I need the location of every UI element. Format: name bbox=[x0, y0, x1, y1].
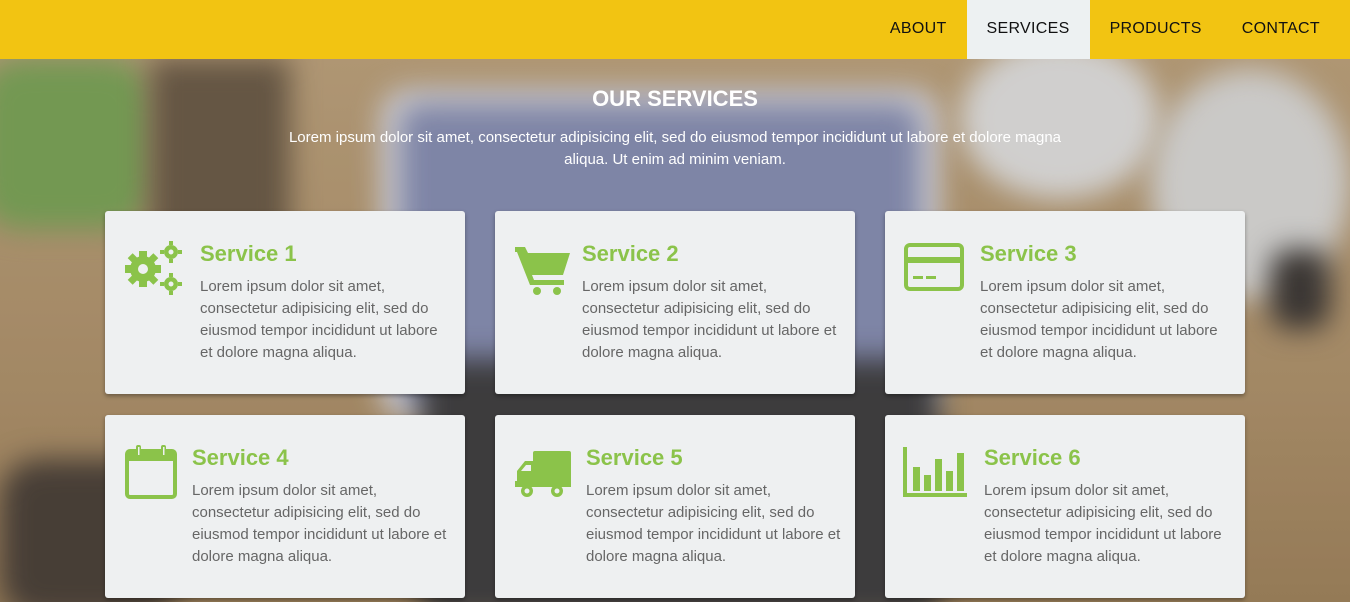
service-description: Lorem ipsum dolor sit amet, consectetur … bbox=[192, 482, 447, 565]
bar-chart-icon bbox=[903, 443, 967, 503]
service-title: Service 5 bbox=[586, 445, 683, 470]
nav-item-products[interactable]: PRODUCTS bbox=[1090, 0, 1222, 59]
service-description: Lorem ipsum dolor sit amet, consectetur … bbox=[200, 278, 438, 361]
shopping-cart-icon bbox=[513, 239, 577, 299]
section-title: OUR SERVICES bbox=[592, 86, 758, 111]
service-description: Lorem ipsum dolor sit amet, consectetur … bbox=[586, 482, 841, 565]
nav-item-contact[interactable]: CONTACT bbox=[1222, 0, 1350, 59]
gears-icon bbox=[123, 239, 187, 299]
nav-menu: ABOUT SERVICES PRODUCTS CONTACT bbox=[870, 0, 1350, 59]
nav-item-about[interactable]: ABOUT bbox=[870, 0, 967, 59]
service-description: Lorem ipsum dolor sit amet, consectetur … bbox=[980, 278, 1218, 361]
credit-card-icon bbox=[903, 239, 967, 299]
service-description: Lorem ipsum dolor sit amet, consectetur … bbox=[582, 278, 837, 361]
service-title: Service 6 bbox=[984, 445, 1081, 470]
service-title: Service 4 bbox=[192, 445, 289, 470]
section-description: Lorem ipsum dolor sit amet, consectetur … bbox=[288, 129, 1062, 168]
service-title: Service 2 bbox=[582, 241, 679, 266]
service-title: Service 3 bbox=[980, 241, 1077, 266]
top-navbar: ABOUT SERVICES PRODUCTS CONTACT bbox=[0, 0, 1350, 59]
service-card-3[interactable]: Service 3 Lorem ipsum dolor sit amet, co… bbox=[885, 211, 1245, 394]
service-title: Service 1 bbox=[200, 241, 297, 266]
service-card-4[interactable]: Service 4 Lorem ipsum dolor sit amet, co… bbox=[105, 415, 465, 598]
service-card-5[interactable]: Service 5 Lorem ipsum dolor sit amet, co… bbox=[495, 415, 855, 598]
nav-item-services[interactable]: SERVICES bbox=[966, 0, 1090, 59]
service-card-1[interactable]: Service 1 Lorem ipsum dolor sit amet, co… bbox=[105, 211, 465, 394]
truck-icon bbox=[513, 443, 577, 503]
service-card-2[interactable]: Service 2 Lorem ipsum dolor sit amet, co… bbox=[495, 211, 855, 394]
service-description: Lorem ipsum dolor sit amet, consectetur … bbox=[984, 482, 1222, 565]
service-card-6[interactable]: Service 6 Lorem ipsum dolor sit amet, co… bbox=[885, 415, 1245, 598]
calendar-icon bbox=[123, 443, 187, 503]
